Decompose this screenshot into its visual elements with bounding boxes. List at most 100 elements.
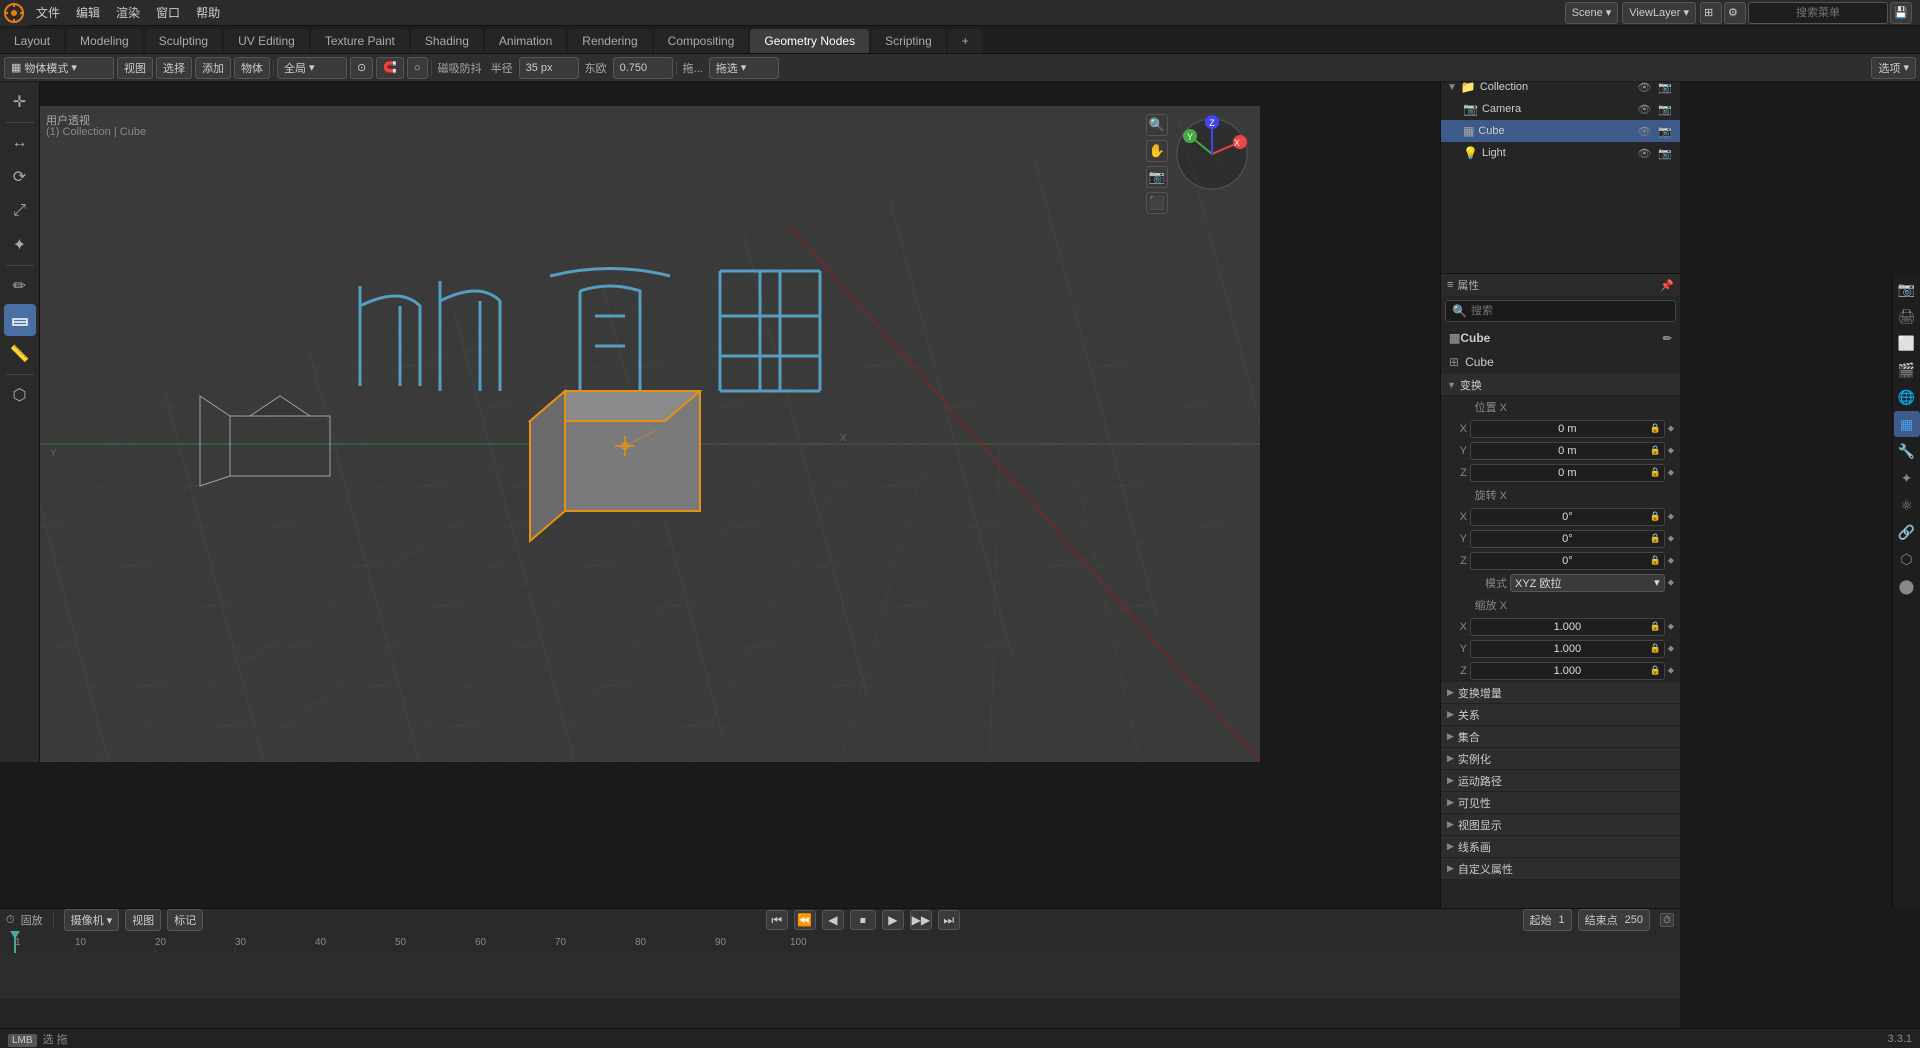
timeline-track[interactable]: 1 10 20 30 40 50 60 70 80 90 100 — [0, 931, 1680, 999]
motion-paths-section[interactable]: ▶ 运动路径 — [1441, 770, 1680, 792]
select-menu[interactable]: 选择 — [156, 57, 192, 79]
rot-z-anim-btn[interactable]: ⬥ — [1668, 555, 1674, 566]
camera-view-icon[interactable]: 📷 — [1146, 166, 1168, 188]
cube-vis-icon[interactable]: 👁 — [1637, 125, 1651, 138]
save-btn-top[interactable]: 💾 — [1890, 2, 1912, 24]
loc-z-lock[interactable]: 🔒 — [1649, 467, 1660, 478]
editor-type-btn[interactable]: ⊞ — [1700, 2, 1722, 24]
search-top[interactable] — [1748, 2, 1888, 24]
grease-pencil-section[interactable]: ▶ 线系画 — [1441, 836, 1680, 858]
drag-select-dropdown[interactable]: 拖选 ▾ — [709, 57, 779, 79]
location-z-input[interactable]: 0 m 🔒 — [1470, 464, 1665, 482]
viewlayer-selector[interactable]: ViewLayer ▾ — [1622, 2, 1696, 24]
jump-start-btn[interactable]: ⏮ — [766, 910, 788, 930]
play-btn[interactable]: ▶ — [882, 910, 904, 930]
rot-x-anim-btn[interactable]: ⬥ — [1668, 511, 1674, 522]
material-tab[interactable]: ⬤ — [1894, 573, 1920, 599]
rotate-tool[interactable]: ⟳ — [4, 161, 36, 193]
world-tab[interactable]: 🌐 — [1894, 384, 1920, 410]
scale-z-input[interactable]: 1.000 🔒 — [1470, 662, 1665, 680]
data-tab[interactable]: ⬡ — [1894, 546, 1920, 572]
menu-help[interactable]: 帮助 — [188, 0, 228, 25]
view-menu[interactable]: 视图 — [117, 57, 153, 79]
collection-vis-icon[interactable]: 👁 — [1637, 81, 1651, 94]
scene-selector[interactable]: Scene ▾ — [1565, 2, 1619, 24]
tab-layout[interactable]: Layout — [0, 29, 64, 53]
camera-vis-icon[interactable]: 👁 — [1637, 103, 1651, 116]
output-tab[interactable]: 🖨 — [1894, 303, 1920, 329]
render-tab[interactable]: 📷 — [1894, 276, 1920, 302]
rotation-x-input[interactable]: 0° 🔒 — [1470, 508, 1665, 526]
annotate-draw[interactable] — [4, 304, 36, 336]
prev-frame-btn[interactable]: ⏪ — [794, 910, 816, 930]
tab-scripting[interactable]: Scripting — [871, 29, 946, 53]
transform-header[interactable]: ▼ 变换 — [1441, 374, 1680, 396]
menu-render[interactable]: 渲染 — [108, 0, 148, 25]
object-menu[interactable]: 物体 — [234, 57, 270, 79]
tab-geometry-nodes[interactable]: Geometry Nodes — [750, 29, 869, 53]
outliner-light[interactable]: 💡 Light 👁 📷 — [1441, 142, 1680, 164]
tab-texture-paint[interactable]: Texture Paint — [311, 29, 409, 53]
scale-x-lock[interactable]: 🔒 — [1649, 621, 1660, 632]
options-btn[interactable]: 选项 ▾ — [1871, 57, 1916, 79]
add-menu[interactable]: 添加 — [195, 57, 231, 79]
properties-pin-btn[interactable]: 📌 — [1660, 279, 1674, 292]
loc-x-lock[interactable]: 🔒 — [1649, 423, 1660, 434]
scene-tab[interactable]: 🎬 — [1894, 357, 1920, 383]
annotate-tool[interactable]: ✏ — [4, 270, 36, 302]
timeline-camera-btn[interactable]: 摄像机 ▾ — [64, 909, 120, 931]
menu-file[interactable]: 文件 — [28, 0, 68, 25]
object-tab[interactable]: ▦ — [1894, 411, 1920, 437]
tab-modeling[interactable]: Modeling — [66, 29, 143, 53]
scale-y-input[interactable]: 1.000 🔒 — [1470, 640, 1665, 658]
start-frame-display[interactable]: 起始 1 — [1523, 909, 1572, 931]
collection-render-icon[interactable]: 📷 — [1658, 81, 1672, 94]
scale-x-anim-btn[interactable]: ⬥ — [1668, 621, 1674, 632]
scale-z-anim-btn[interactable]: ⬥ — [1668, 665, 1674, 676]
loc-y-lock[interactable]: 🔒 — [1649, 445, 1660, 456]
scale-y-anim-btn[interactable]: ⬥ — [1668, 643, 1674, 654]
pivot-btn[interactable]: ⊙ — [350, 57, 373, 79]
rotation-z-input[interactable]: 0° 🔒 — [1470, 552, 1665, 570]
custom-props-section[interactable]: ▶ 自定义属性 — [1441, 858, 1680, 880]
scale-x-input[interactable]: 1.000 🔒 — [1470, 618, 1665, 636]
scale-z-lock[interactable]: 🔒 — [1649, 665, 1660, 676]
nav-gizmo[interactable]: X Y Z — [1172, 114, 1252, 194]
strength-value[interactable]: 0.750 — [613, 57, 673, 79]
cursor-tool[interactable]: ✛ — [4, 86, 36, 118]
pan-icon[interactable]: ✋ — [1146, 140, 1168, 162]
fps-icon[interactable]: ⏱ — [1660, 913, 1674, 927]
move-tool[interactable]: ↔ — [4, 127, 36, 159]
delta-transform-section[interactable]: ▶ 变换增量 — [1441, 682, 1680, 704]
visibility-section[interactable]: ▶ 可见性 — [1441, 792, 1680, 814]
zoom-icon[interactable]: 🔍 — [1146, 114, 1168, 136]
outliner-camera[interactable]: 📷 Camera 👁 📷 — [1441, 98, 1680, 120]
scale-y-lock[interactable]: 🔒 — [1649, 643, 1660, 654]
proportional-btn[interactable]: ○ — [407, 57, 428, 79]
rot-z-lock[interactable]: 🔒 — [1649, 555, 1660, 566]
light-vis-icon[interactable]: 👁 — [1637, 147, 1651, 160]
modifier-tab[interactable]: 🔧 — [1894, 438, 1920, 464]
scale-tool[interactable]: ⤢ — [4, 195, 36, 227]
timeline-view-btn[interactable]: 视图 — [125, 909, 161, 931]
collections-section[interactable]: ▶ 集合 — [1441, 726, 1680, 748]
viewport-display-section[interactable]: ▶ 视图显示 — [1441, 814, 1680, 836]
rot-y-lock[interactable]: 🔒 — [1649, 533, 1660, 544]
object-name-edit-btn[interactable]: ✏ — [1663, 332, 1672, 345]
jump-end-btn[interactable]: ⏭ — [938, 910, 960, 930]
tab-shading[interactable]: Shading — [411, 29, 483, 53]
location-x-input[interactable]: 0 m 🔒 — [1470, 420, 1665, 438]
physics-tab[interactable]: ⚛ — [1894, 492, 1920, 518]
tab-uv-editing[interactable]: UV Editing — [224, 29, 309, 53]
rotation-mode-dropdown[interactable]: XYZ 欧拉 ▾ — [1510, 574, 1665, 592]
tab-rendering[interactable]: Rendering — [568, 29, 651, 53]
view-layer-tab[interactable]: ⬜ — [1894, 330, 1920, 356]
blender-logo-icon[interactable] — [0, 0, 28, 26]
viewport-canvas[interactable]: Y X 用户透视 (1) Collection | Cube X Y Z 🔍 ✋… — [40, 106, 1260, 762]
loc-z-anim-btn[interactable]: ⬥ — [1668, 467, 1674, 478]
end-frame-display[interactable]: 结束点 250 — [1578, 909, 1650, 931]
rot-mode-anim-btn[interactable]: ⬥ — [1668, 577, 1674, 588]
measure-tool[interactable]: 📏 — [4, 338, 36, 370]
camera-render-icon[interactable]: 📷 — [1658, 103, 1672, 116]
mode-selector[interactable]: ▦ 物体模式 ▾ — [4, 57, 114, 79]
